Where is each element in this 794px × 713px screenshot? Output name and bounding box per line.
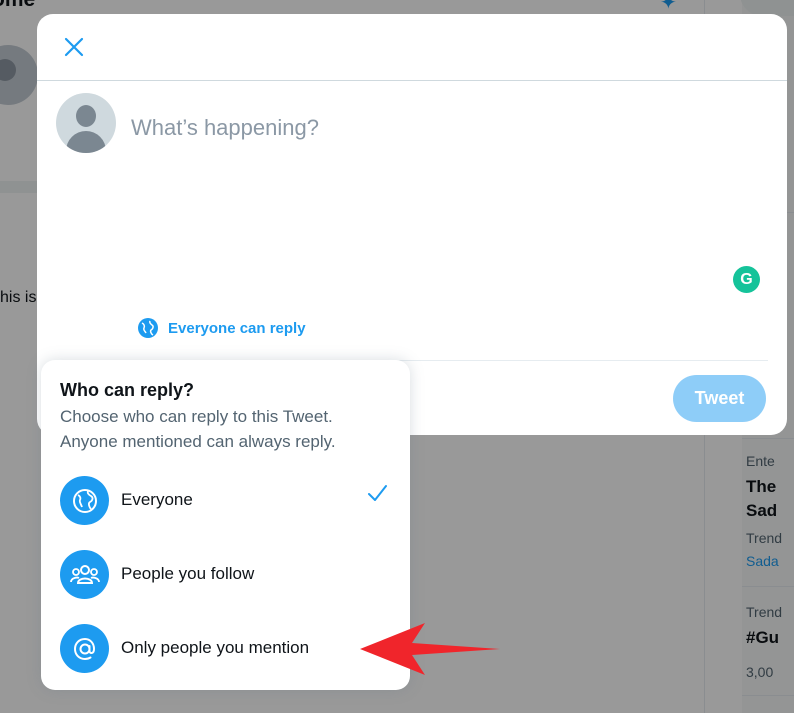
avatar[interactable] (56, 93, 116, 153)
reply-option-label: People you follow (121, 564, 255, 583)
tweet-text-input[interactable] (131, 108, 731, 148)
globe-icon (138, 318, 158, 338)
at-sign-icon (60, 624, 109, 673)
popover-title: Who can reply? (60, 380, 195, 400)
reply-option-label: Everyone (121, 490, 193, 509)
toolbar-divider (377, 360, 768, 361)
popover-description: Choose who can reply to this Tweet. Anyo… (60, 407, 336, 451)
reply-option-everyone[interactable]: Everyone (41, 466, 410, 536)
close-icon (64, 37, 84, 57)
close-button[interactable] (59, 32, 89, 62)
checkmark-icon (368, 485, 387, 501)
reply-setting-label: Everyone can reply (168, 319, 306, 337)
tweet-button[interactable]: Tweet (673, 375, 766, 422)
annotation-arrow-icon (360, 623, 500, 675)
globe-icon (60, 476, 109, 525)
reply-setting-button[interactable]: Everyone can reply (137, 317, 306, 339)
reply-option-label: Only people you mention (121, 638, 310, 657)
grammarly-icon[interactable]: G (733, 266, 760, 293)
grammarly-label: G (740, 270, 753, 288)
modal-header (37, 14, 787, 81)
people-icon (60, 550, 109, 599)
reply-option-people-you-follow[interactable]: People you follow (41, 540, 410, 610)
